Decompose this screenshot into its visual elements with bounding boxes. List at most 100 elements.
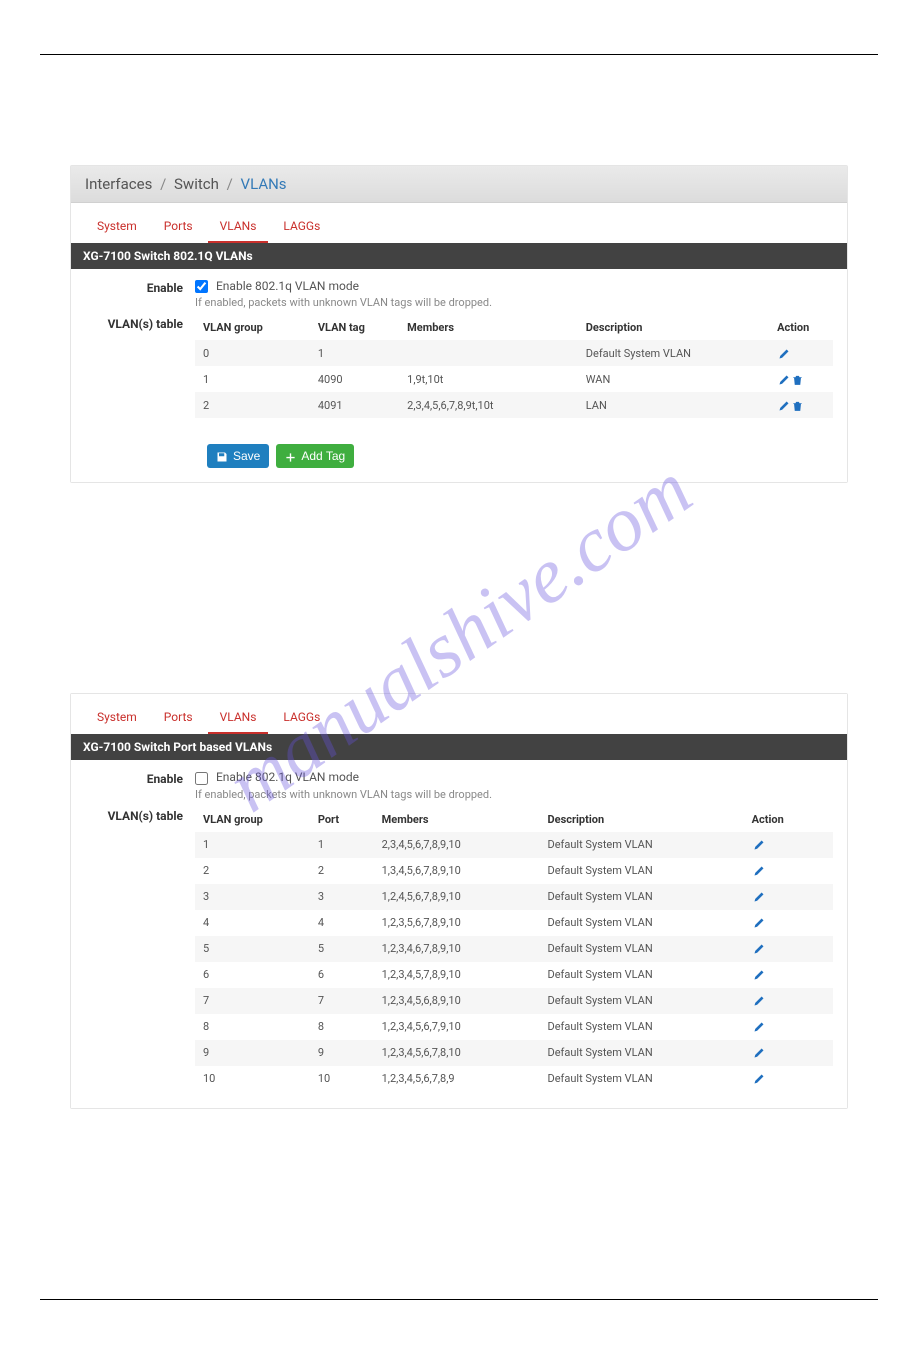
cell-group: 5 xyxy=(195,936,310,962)
cell-members xyxy=(399,340,578,366)
cell-action xyxy=(744,910,833,936)
breadcrumb-switch[interactable]: Switch xyxy=(174,175,219,193)
edit-icon[interactable] xyxy=(777,346,791,360)
enable-checkbox-label[interactable]: Enable 802.1q VLAN mode xyxy=(195,279,359,293)
cell-action xyxy=(744,1014,833,1040)
col-members: Members xyxy=(399,315,578,340)
tab-ports[interactable]: Ports xyxy=(152,213,205,243)
add-tag-button[interactable]: Add Tag xyxy=(276,444,354,468)
breadcrumb-vlans: VLANs xyxy=(241,175,287,193)
tab-system[interactable]: System xyxy=(85,213,149,243)
enable-help: If enabled, packets with unknown VLAN ta… xyxy=(195,788,833,801)
edit-icon[interactable] xyxy=(752,1046,766,1060)
edit-icon[interactable] xyxy=(752,1072,766,1086)
cell-port: 4 xyxy=(310,910,374,936)
vlan-panel-portbased: System Ports VLANs LAGGs XG-7100 Switch … xyxy=(70,693,848,1108)
cell-members: 1,2,3,4,5,6,7,9,10 xyxy=(374,1014,540,1040)
cell-port: 9 xyxy=(310,1040,374,1066)
tab-vlans[interactable]: VLANs xyxy=(208,213,269,243)
cell-action xyxy=(744,832,833,858)
edit-icon[interactable] xyxy=(752,994,766,1008)
cell-description: Default System VLAN xyxy=(540,1066,744,1092)
cell-members: 1,2,3,4,5,6,8,9,10 xyxy=(374,988,540,1014)
cell-action xyxy=(769,366,833,392)
cell-group: 0 xyxy=(195,340,310,366)
edit-icon[interactable] xyxy=(777,372,791,386)
edit-icon[interactable] xyxy=(752,1020,766,1034)
cell-port: 2 xyxy=(310,858,374,884)
cell-action xyxy=(744,1066,833,1092)
enable-text: Enable 802.1q VLAN mode xyxy=(216,279,359,293)
cell-members: 1,2,3,4,6,7,8,9,10 xyxy=(374,936,540,962)
add-tag-button-label: Add Tag xyxy=(301,449,345,463)
cell-action xyxy=(744,858,833,884)
edit-icon[interactable] xyxy=(752,942,766,956)
cell-action xyxy=(744,936,833,962)
trash-icon[interactable] xyxy=(791,398,804,412)
vlan-table: VLAN group VLAN tag Members Description … xyxy=(195,315,833,418)
cell-action xyxy=(744,988,833,1014)
tab-vlans[interactable]: VLANs xyxy=(208,704,269,734)
edit-icon[interactable] xyxy=(752,838,766,852)
table-row: 991,2,3,4,5,6,7,8,10Default System VLAN xyxy=(195,1040,833,1066)
col-group: VLAN group xyxy=(195,807,310,832)
table-row: 771,2,3,4,5,6,8,9,10Default System VLAN xyxy=(195,988,833,1014)
cell-group: 6 xyxy=(195,962,310,988)
enable-checkbox-label[interactable]: Enable 802.1q VLAN mode xyxy=(195,770,359,784)
cell-description: WAN xyxy=(578,366,769,392)
trash-icon[interactable] xyxy=(791,372,804,386)
save-button[interactable]: Save xyxy=(207,444,269,468)
save-button-label: Save xyxy=(233,449,260,463)
col-members: Members xyxy=(374,807,540,832)
edit-icon[interactable] xyxy=(752,864,766,878)
cell-description: Default System VLAN xyxy=(540,884,744,910)
cell-port: 7 xyxy=(310,988,374,1014)
col-group: VLAN group xyxy=(195,315,310,340)
edit-icon[interactable] xyxy=(752,916,766,930)
save-icon xyxy=(216,449,228,463)
tab-bar: System Ports VLANs LAGGs xyxy=(71,203,847,243)
panel-body: Enable Enable 802.1q VLAN mode If enable… xyxy=(71,269,847,434)
vlan-table-label: VLAN(s) table xyxy=(85,315,195,418)
button-row: Save Add Tag xyxy=(71,434,847,482)
cell-description: Default System VLAN xyxy=(540,988,744,1014)
page-top-rule xyxy=(40,54,878,55)
edit-icon[interactable] xyxy=(777,398,791,412)
tab-laggs[interactable]: LAGGs xyxy=(271,704,332,734)
tab-ports[interactable]: Ports xyxy=(152,704,205,734)
enable-checkbox[interactable] xyxy=(195,280,208,293)
cell-group: 4 xyxy=(195,910,310,936)
enable-label: Enable xyxy=(85,279,195,309)
table-row: 140901,9t,10tWAN xyxy=(195,366,833,392)
cell-action xyxy=(769,392,833,418)
table-row: 661,2,3,4,5,7,8,9,10Default System VLAN xyxy=(195,962,833,988)
cell-group: 2 xyxy=(195,858,310,884)
col-port: Port xyxy=(310,807,374,832)
cell-members: 2,3,4,5,6,7,8,9,10 xyxy=(374,832,540,858)
cell-group: 1 xyxy=(195,832,310,858)
cell-members: 1,2,3,4,5,7,8,9,10 xyxy=(374,962,540,988)
cell-action xyxy=(744,884,833,910)
breadcrumb-sep-icon: / xyxy=(156,175,170,193)
col-description: Description xyxy=(578,315,769,340)
cell-action xyxy=(769,340,833,366)
cell-port: 8 xyxy=(310,1014,374,1040)
cell-members: 1,9t,10t xyxy=(399,366,578,392)
table-row: 221,3,4,5,6,7,8,9,10Default System VLAN xyxy=(195,858,833,884)
cell-action xyxy=(744,962,833,988)
enable-checkbox[interactable] xyxy=(195,772,208,785)
cell-description: Default System VLAN xyxy=(540,1040,744,1066)
table-row: 112,3,4,5,6,7,8,9,10Default System VLAN xyxy=(195,832,833,858)
table-row: 881,2,3,4,5,6,7,9,10Default System VLAN xyxy=(195,1014,833,1040)
table-row: 551,2,3,4,6,7,8,9,10Default System VLAN xyxy=(195,936,833,962)
breadcrumb: Interfaces / Switch / VLANs xyxy=(71,166,847,203)
breadcrumb-root[interactable]: Interfaces xyxy=(85,175,152,193)
edit-icon[interactable] xyxy=(752,968,766,982)
edit-icon[interactable] xyxy=(752,890,766,904)
tab-system[interactable]: System xyxy=(85,704,149,734)
cell-description: Default System VLAN xyxy=(540,858,744,884)
cell-group: 1 xyxy=(195,366,310,392)
tab-laggs[interactable]: LAGGs xyxy=(271,213,332,243)
tab-bar: System Ports VLANs LAGGs xyxy=(71,694,847,734)
cell-members: 1,3,4,5,6,7,8,9,10 xyxy=(374,858,540,884)
